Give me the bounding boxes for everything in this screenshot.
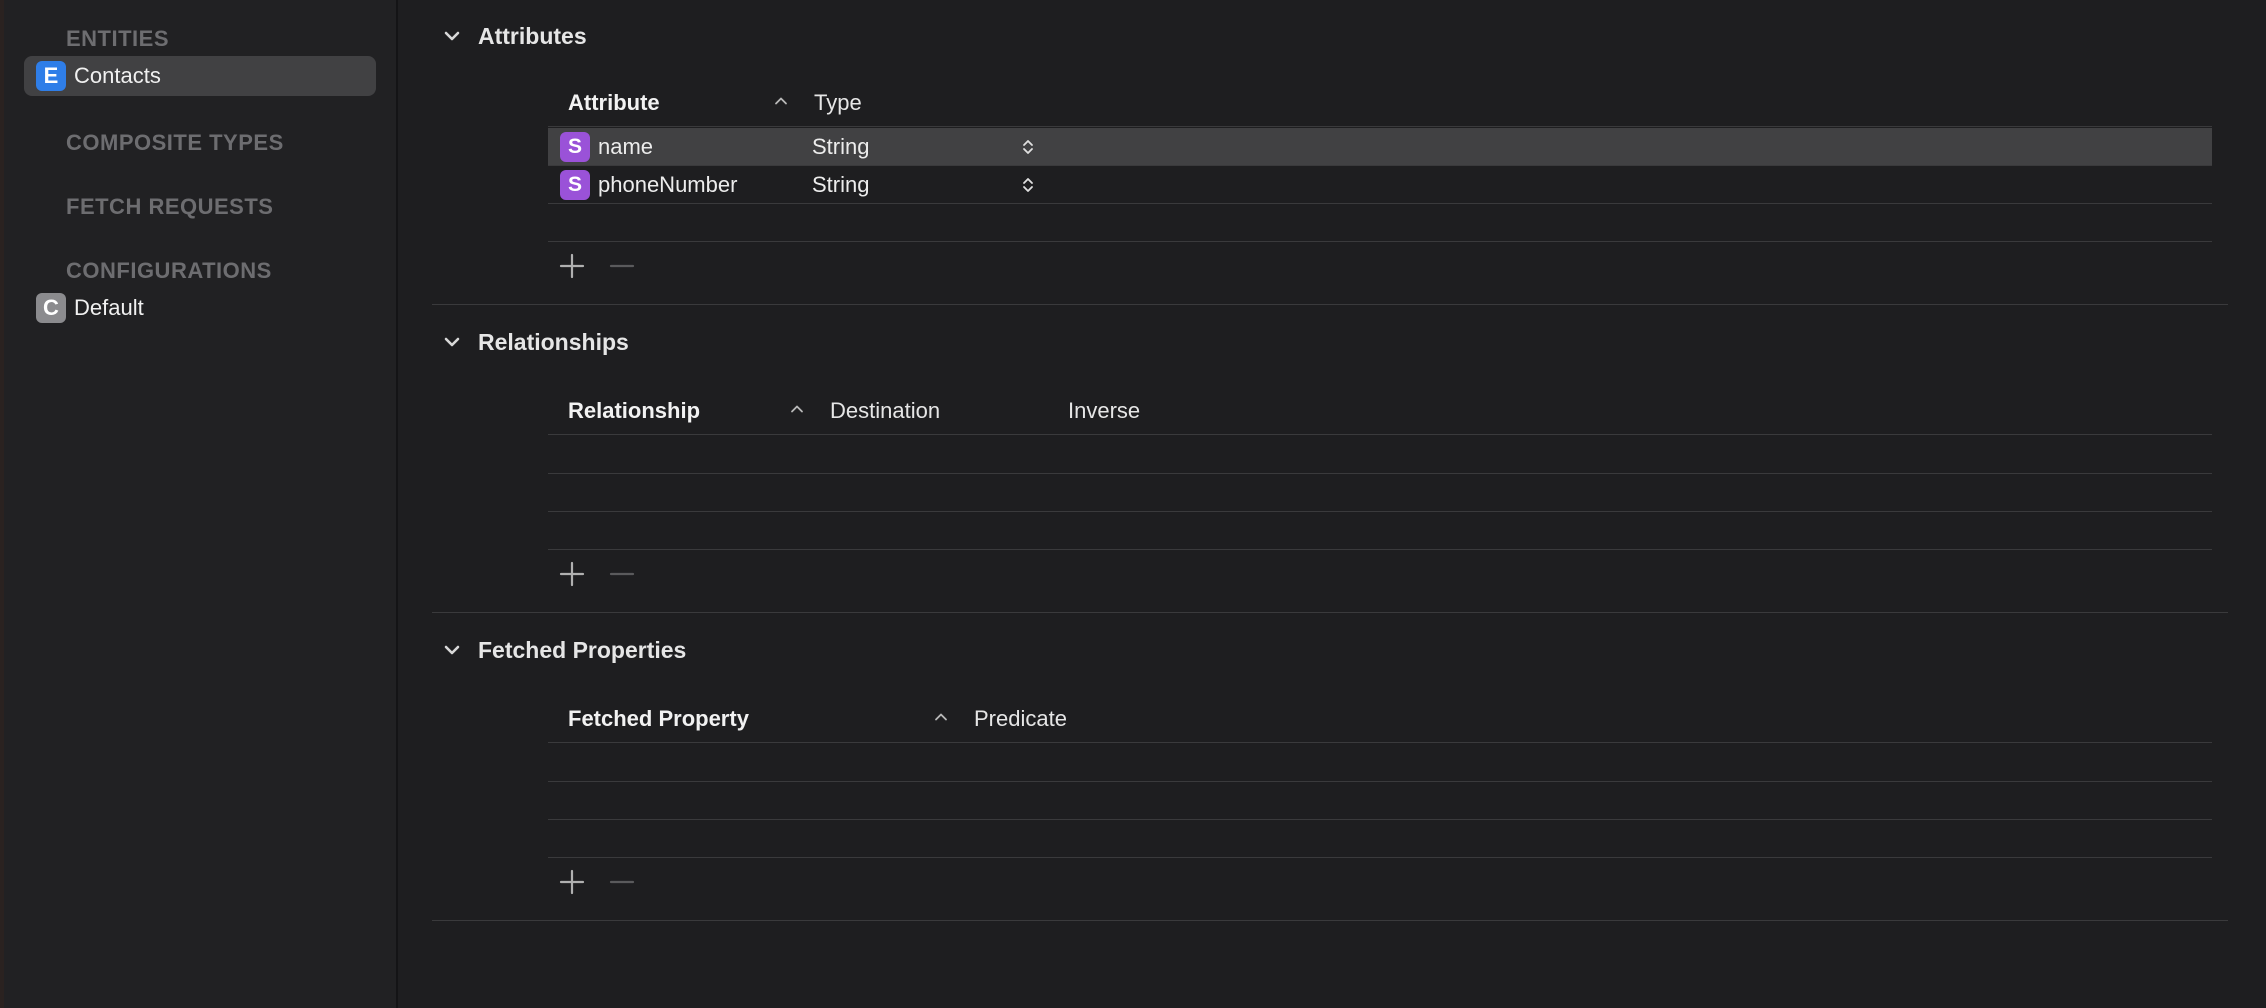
chevron-down-icon[interactable] xyxy=(442,26,462,46)
chevron-up-icon[interactable] xyxy=(774,94,788,108)
entity-badge-icon: E xyxy=(36,61,66,91)
column-header-relationship[interactable]: Relationship xyxy=(568,398,700,424)
attributes-header[interactable]: Attributes xyxy=(432,18,587,54)
up-down-stepper-icon[interactable] xyxy=(1022,176,1034,194)
table-row[interactable]: S phoneNumber String xyxy=(548,166,2212,204)
chevron-up-icon[interactable] xyxy=(790,402,804,416)
section-divider xyxy=(432,304,2228,305)
attribute-name[interactable]: phoneNumber xyxy=(598,172,737,198)
minus-icon[interactable] xyxy=(608,252,636,280)
relationships-section: Relationships Relationship Destination I… xyxy=(432,308,2228,614)
attribute-type[interactable]: String xyxy=(812,134,869,160)
fetch-requests-heading: FETCH REQUESTS xyxy=(66,194,274,219)
column-header-destination[interactable]: Destination xyxy=(830,398,940,424)
configuration-badge-icon: C xyxy=(36,293,66,323)
sidebar-item-label: Contacts xyxy=(74,63,161,88)
column-header-inverse[interactable]: Inverse xyxy=(1068,398,1140,424)
empty-table-row xyxy=(548,820,2212,858)
plus-icon[interactable] xyxy=(558,252,586,280)
sidebar-item-label: Default xyxy=(74,295,144,320)
attributes-title: Attributes xyxy=(478,22,587,49)
chevron-up-icon[interactable] xyxy=(934,710,948,724)
relationships-title: Relationships xyxy=(478,328,629,355)
table-header: Relationship Destination Inverse xyxy=(548,386,2212,435)
section-divider xyxy=(432,920,2228,921)
minus-icon[interactable] xyxy=(608,560,636,588)
sidebar: ENTITIES E Contacts COMPOSITE TYPES FETC… xyxy=(4,0,398,1008)
empty-table-row xyxy=(548,744,2212,782)
table-row[interactable]: S name String xyxy=(548,128,2212,166)
column-header-predicate[interactable]: Predicate xyxy=(974,706,1067,732)
column-header-fetched-property[interactable]: Fetched Property xyxy=(568,706,749,732)
plus-icon[interactable] xyxy=(558,560,586,588)
fetched-properties-title: Fetched Properties xyxy=(478,636,687,663)
table-header: Fetched Property Predicate xyxy=(548,694,2212,743)
chevron-down-icon[interactable] xyxy=(442,332,462,352)
relationships-toolbar xyxy=(548,556,748,596)
chevron-down-icon[interactable] xyxy=(442,640,462,660)
fetched-properties-header[interactable]: Fetched Properties xyxy=(432,632,686,668)
empty-table-row xyxy=(548,474,2212,512)
relationships-header[interactable]: Relationships xyxy=(432,324,629,360)
entities-heading: ENTITIES xyxy=(66,26,170,51)
minus-icon[interactable] xyxy=(608,868,636,896)
string-attribute-icon: S xyxy=(560,170,590,200)
sidebar-item-default[interactable]: C Default xyxy=(24,288,376,328)
empty-table-row xyxy=(548,436,2212,474)
attributes-section: Attributes Attribute Type S name String … xyxy=(432,0,2228,306)
attribute-name[interactable]: name xyxy=(598,134,653,160)
section-divider xyxy=(432,612,2228,613)
composite-types-heading: COMPOSITE TYPES xyxy=(66,130,284,155)
attributes-toolbar xyxy=(548,248,748,288)
entity-editor: Attributes Attribute Type S name String … xyxy=(398,0,2266,1008)
fetched-properties-toolbar xyxy=(548,864,748,904)
configurations-heading: CONFIGURATIONS xyxy=(66,258,272,283)
fetched-properties-section: Fetched Properties Fetched Property Pred… xyxy=(432,616,2228,922)
empty-table-row xyxy=(548,782,2212,820)
column-header-type[interactable]: Type xyxy=(814,90,862,116)
empty-table-row xyxy=(548,512,2212,550)
empty-table-row xyxy=(548,204,2212,242)
table-header: Attribute Type xyxy=(548,78,2212,127)
attribute-type[interactable]: String xyxy=(812,172,869,198)
string-attribute-icon: S xyxy=(560,132,590,162)
plus-icon[interactable] xyxy=(558,868,586,896)
up-down-stepper-icon[interactable] xyxy=(1022,138,1034,156)
sidebar-item-contacts[interactable]: E Contacts xyxy=(24,56,376,96)
column-header-attribute[interactable]: Attribute xyxy=(568,90,660,116)
